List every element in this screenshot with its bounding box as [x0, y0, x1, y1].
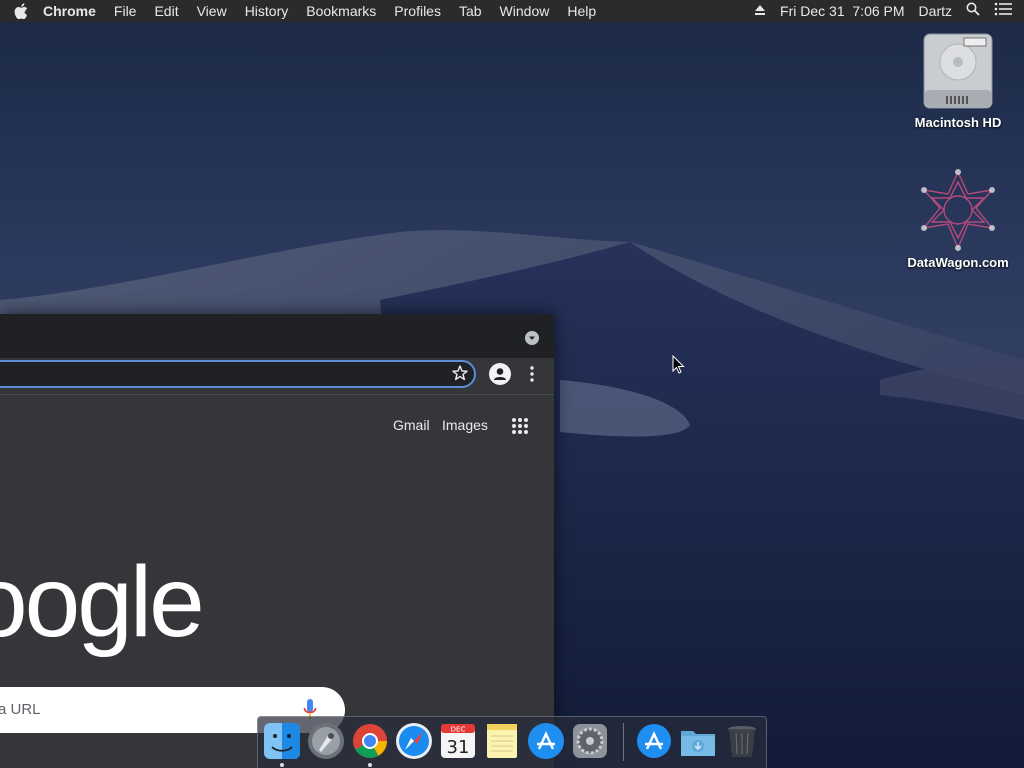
dock-separator — [623, 723, 624, 761]
menu-clock[interactable]: Fri Dec 31 7:06 PM — [773, 0, 912, 22]
dock: DEC 31 — [257, 716, 767, 768]
menu-edit[interactable]: Edit — [145, 0, 187, 22]
menu-user[interactable]: Dartz — [912, 0, 959, 22]
running-indicator — [280, 763, 284, 767]
desktop-icon-macintosh-hd[interactable]: Macintosh HD — [903, 32, 1013, 130]
menu-view[interactable]: View — [188, 0, 236, 22]
system-preferences-icon[interactable] — [571, 722, 609, 760]
eject-icon[interactable] — [747, 0, 773, 22]
menu-app-name[interactable]: Chrome — [34, 0, 105, 22]
datawagon-logo-icon — [921, 169, 995, 251]
tab-strip — [0, 314, 554, 358]
images-link[interactable]: Images — [442, 417, 488, 433]
calendar-icon[interactable]: DEC 31 — [439, 722, 477, 760]
google-apps-icon[interactable] — [511, 417, 529, 435]
new-tab-page: Gmail Images oogle a URL — [0, 394, 554, 768]
trash-icon[interactable] — [723, 722, 761, 760]
chrome-window: Gmail Images oogle a URL — [0, 314, 554, 768]
running-indicator — [368, 763, 372, 767]
menu-tab[interactable]: Tab — [450, 0, 491, 22]
more-menu-icon[interactable] — [524, 364, 540, 384]
menu-help[interactable]: Help — [558, 0, 605, 22]
mouse-cursor-icon — [672, 355, 685, 374]
safari-icon[interactable] — [395, 722, 433, 760]
app-store-icon[interactable] — [527, 722, 565, 760]
launchpad-icon[interactable] — [307, 722, 345, 760]
menu-extras: Fri Dec 31 7:06 PM Dartz — [747, 0, 1024, 22]
spotlight-search-icon[interactable] — [959, 0, 987, 22]
desktop-icon-label: Macintosh HD — [914, 115, 1002, 130]
bookmark-star-icon[interactable] — [451, 364, 469, 382]
menu-file[interactable]: File — [105, 0, 146, 22]
calendar-day: 31 — [447, 737, 470, 758]
downloads-folder-icon[interactable] — [679, 722, 717, 760]
chevron-down-icon — [529, 336, 535, 340]
menu-window[interactable]: Window — [491, 0, 559, 22]
menu-bookmarks[interactable]: Bookmarks — [297, 0, 385, 22]
chrome-icon[interactable] — [351, 722, 389, 760]
address-bar[interactable] — [0, 360, 476, 388]
menu-profiles[interactable]: Profiles — [385, 0, 450, 22]
google-logo: oogle — [0, 546, 205, 658]
menu-history[interactable]: History — [236, 0, 298, 22]
desktop-icon-label: DataWagon.com — [907, 255, 1009, 270]
finder-icon[interactable] — [263, 722, 301, 760]
browser-toolbar — [0, 358, 554, 394]
notification-center-icon[interactable] — [987, 0, 1024, 22]
search-placeholder: a URL — [0, 701, 41, 718]
apple-menu-icon[interactable] — [14, 3, 28, 19]
profile-button[interactable] — [489, 363, 511, 385]
applications-folder-icon[interactable] — [635, 722, 673, 760]
person-icon — [494, 368, 506, 380]
tab-search-button[interactable] — [525, 331, 539, 345]
desktop-icon-datawagon[interactable]: DataWagon.com — [903, 168, 1013, 270]
calendar-month: DEC — [451, 726, 466, 734]
notes-icon[interactable] — [483, 722, 521, 760]
menu-bar: Chrome File Edit View History Bookmarks … — [0, 0, 1024, 22]
hard-drive-icon — [923, 33, 993, 109]
gmail-link[interactable]: Gmail — [393, 417, 430, 433]
